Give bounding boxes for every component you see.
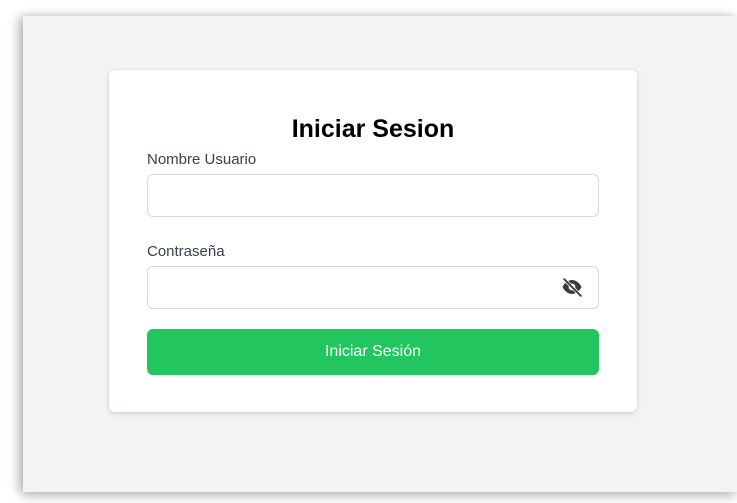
login-submit-button[interactable]: Iniciar Sesión — [147, 329, 599, 375]
username-label: Nombre Usuario — [147, 151, 257, 168]
login-title: Iniciar Sesion — [291, 115, 455, 143]
screenshot-frame: Iniciar Sesion Nombre Usuario Contraseña… — [0, 0, 737, 503]
app-screen: Iniciar Sesion Nombre Usuario Contraseña… — [23, 16, 737, 492]
login-form: Iniciar Sesion Nombre Usuario Contraseña… — [109, 70, 637, 412]
password-visibility-toggle[interactable] — [560, 276, 584, 298]
password-input[interactable] — [147, 266, 599, 309]
username-input[interactable] — [147, 174, 599, 217]
password-label: Contraseña — [147, 243, 225, 260]
eye-slash-icon — [562, 277, 583, 297]
